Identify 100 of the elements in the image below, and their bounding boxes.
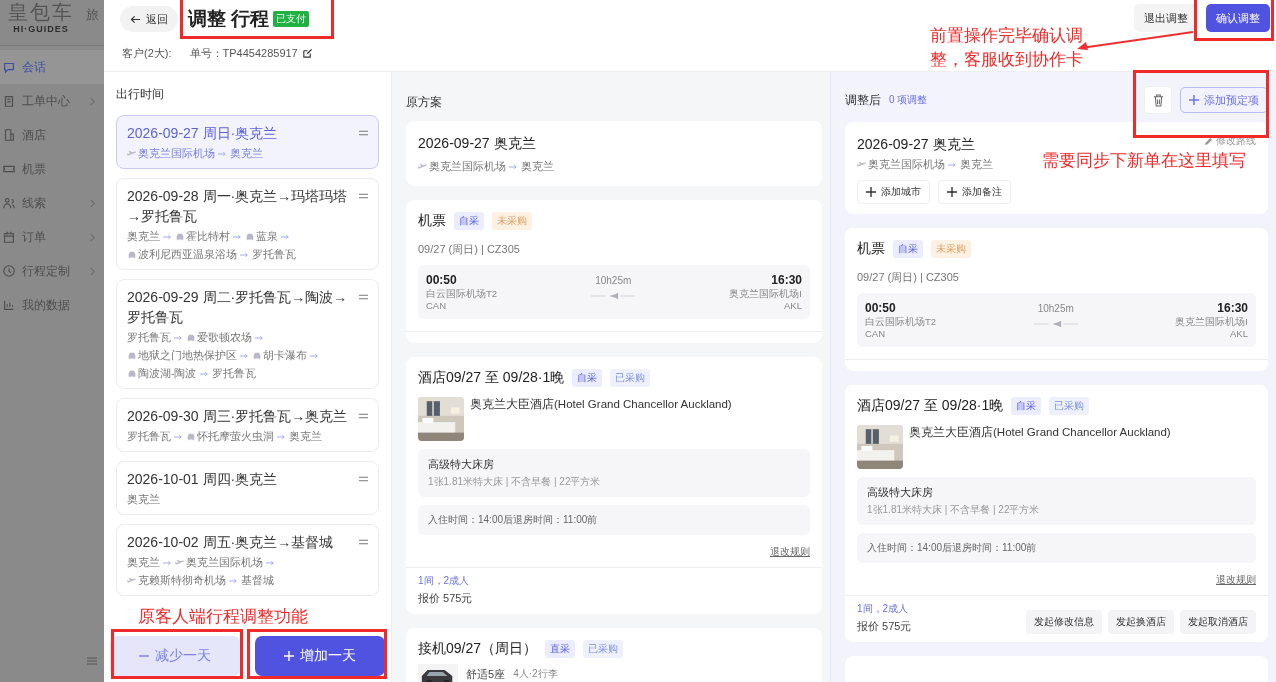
drag-handle-icon[interactable] [359,193,368,199]
hotel-name: 奥克兰大臣酒店(Hotel Grand Chancellor Auckland) [470,397,732,412]
arrow-icon [948,161,957,168]
drag-handle-icon[interactable] [359,294,368,300]
header-button[interactable]: 退出调整 [1134,4,1198,32]
menu-icon[interactable] [86,656,98,666]
plus-icon [866,187,876,197]
page-title: 调整 行程 [188,7,270,31]
route-stop: 奥克兰 [521,159,554,174]
day-button[interactable]: 减少一天 [110,636,241,676]
back-arrow-icon [130,14,141,24]
drag-handle-icon[interactable] [359,413,368,419]
route-stop: 罗托鲁瓦 [127,429,171,444]
status-tag: 未采购 [931,240,971,258]
check-times: 入住时间：14:00后退房时间：11:00前 [418,505,810,535]
card-title: 机票 [857,240,885,258]
action-button[interactable]: 发起换酒店 [1108,610,1174,634]
flight-duration: 10h25m [1037,303,1074,314]
add-button[interactable]: 添加备注 [938,180,1011,204]
arrow-icon [163,559,172,566]
day-card[interactable]: 2026-09-29 周二·罗托鲁瓦→陶波→罗托鲁瓦 罗托鲁瓦 爱歌顿农场 地狱之门地热保护区 胡卡瀑布 陶波湖-陶波 罗托鲁瓦 [116,279,379,389]
price: 报价 575元 [418,591,473,606]
status-badge: 已支付 [273,11,310,27]
delete-button[interactable] [1144,86,1172,114]
people-icon [2,196,16,210]
edit-icon[interactable] [301,48,313,59]
route-stop: 奥克兰国际机场 [138,146,215,161]
arrow-icon [240,352,249,359]
card-title: 机票 [418,212,446,230]
action-button[interactable]: 发起取消酒店 [1180,610,1256,634]
day-card[interactable]: 2026-10-02 周五·奥克兰→基督城 奥克兰 奥克兰国际机场 克赖斯特彻奇机场 基督城 [116,524,379,596]
car-icon [127,350,137,361]
arrow-icon [240,251,249,258]
add-booking-button[interactable]: 添加预定项 [1180,87,1268,113]
day-button[interactable]: 增加一天 [254,636,385,676]
route-stop: 罗托鲁瓦 [252,247,296,262]
arrival-time: 16:30 [771,272,802,288]
day-card[interactable]: 2026-09-30 周三·罗托鲁瓦→奥克兰 罗托鲁瓦 怀托摩萤火虫洞 奥克兰 [116,398,379,452]
adjustment-count: 0 项调整 [889,93,928,107]
status-tag: 自采 [572,369,603,387]
route-stop: 奥克兰 [127,229,160,244]
arrow-icon [233,233,242,240]
arrow-icon [266,559,275,566]
refund-rules-link[interactable]: 退改规则 [770,545,810,559]
drag-handle-icon[interactable] [359,476,368,482]
status-tag: 已采购 [1049,397,1090,415]
arrow-icon [174,334,183,341]
day-card[interactable]: 2026-09-28 周一·奥克兰→玛塔玛塔→罗托鲁瓦 奥克兰 霍比特村 蓝泉 波利尼西亚温泉浴场 罗托鲁瓦 [116,178,379,270]
arrow-icon [277,433,286,440]
clock-icon [2,264,16,278]
route-stop: 怀托摩萤火虫洞 [197,429,274,444]
calendar-icon [2,230,16,244]
flight-path-icon [1033,320,1078,328]
arrow-icon [199,370,209,377]
route-stop: 罗托鲁瓦 [127,330,171,345]
add-button[interactable]: 添加城市 [857,180,930,204]
day-card[interactable]: 2026-10-01 周四·奥克兰 奥克兰 [116,461,379,515]
day-card[interactable]: 2026-09-27 周日·奥克兰 奥克兰国际机场 奥克兰 [116,115,379,169]
route-stop: 奥克兰 [289,429,322,444]
arrival-time: 16:30 [1217,300,1248,316]
drag-handle-icon[interactable] [359,539,368,545]
drag-handle-icon[interactable] [359,130,368,136]
route-stop: 蓝泉 [256,229,278,244]
price: 报价 575元 [857,619,912,634]
chart-icon [2,298,16,312]
route-stop: 奥克兰 [127,492,160,507]
route-stop: 奥克兰国际机场 [868,157,945,172]
airport-code: CAN [426,300,448,312]
car-icon [245,231,255,242]
route-stop: 奥克兰 [230,146,263,161]
card-title: 酒店09/27 至 09/28·1晚 [857,397,1004,415]
day-title: 2026-10-01 周四·奥克兰 [127,470,279,489]
arrow-icon [281,233,290,240]
refund-rules-link[interactable]: 退改规则 [1216,573,1256,587]
day-title: 2026-09-30 周三·罗托鲁瓦→奥克兰 [127,407,349,426]
annotation-note: 原客人端行程调整功能 [138,607,308,627]
car-icon [186,332,196,343]
back-button[interactable]: 返回 [120,6,178,32]
car-icon [175,231,185,242]
departure-time: 00:50 [426,272,458,288]
building-icon [2,128,16,142]
arrow-icon [509,163,518,170]
arrow-icon [310,352,319,359]
airport-code: AKL [1230,328,1248,340]
status-tag: 已采购 [610,369,651,387]
guest-count: 1间，2成人 [418,574,471,588]
logo-subtitle: HI·GUIDES [13,24,69,34]
action-button[interactable]: 发起修改信息 [1026,610,1102,634]
day-title: 2026-09-28 周一·奥克兰→玛塔玛塔→罗托鲁瓦 [127,187,349,226]
status-tag: 未采购 [492,212,532,230]
room-type: 高级特大床房 [867,485,934,500]
airport-name: 白云国际机场T2 [865,316,937,328]
airport-name: 白云国际机场T2 [426,288,498,300]
header-button[interactable]: 确认调整 [1206,4,1270,32]
arrow-icon [218,150,227,157]
airport-name: 奥克兰国际机场I [729,288,802,300]
airport-code: AKL [784,300,802,312]
route-stop: 波利尼西亚温泉浴场 [138,247,237,262]
section-heading: 调整后 [845,91,881,109]
flight-info: 09/27 (周日) | CZ305 [418,242,521,257]
